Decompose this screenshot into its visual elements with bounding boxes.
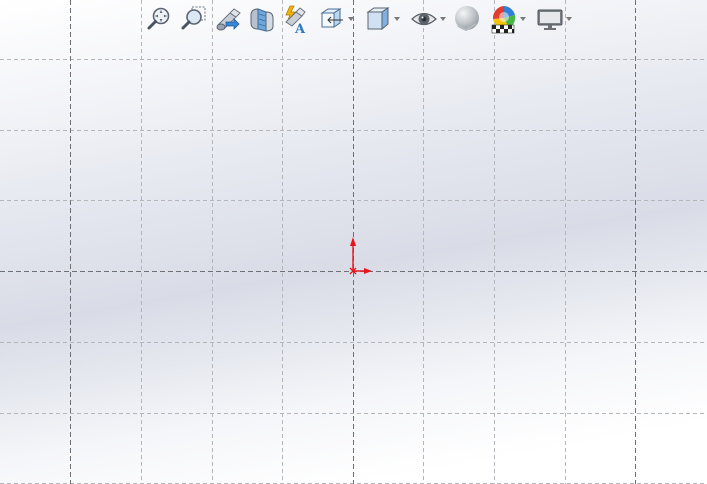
apply-scene-button[interactable]: [484, 2, 530, 36]
zoom-to-fit-button[interactable]: [142, 2, 176, 36]
sketch-origin[interactable]: [349, 237, 372, 275]
zoom-area-icon: [181, 6, 206, 30]
section-view-button[interactable]: [244, 2, 278, 36]
view-settings-button[interactable]: [530, 2, 576, 36]
apply-scene-dropdown-icon[interactable]: [520, 17, 526, 21]
zoom-fit-icon: [147, 7, 170, 30]
dynamic-annotation-views-button[interactable]: A: [278, 2, 312, 36]
edit-appearance-button[interactable]: [450, 2, 484, 36]
eye-icon: [411, 12, 437, 26]
view-orientation-icon: [320, 8, 343, 28]
display-style-dropdown-icon[interactable]: [394, 17, 400, 21]
origin-x-arrowhead: [364, 268, 372, 274]
sketch-grid: [0, 0, 707, 484]
monitor-icon: [537, 9, 563, 30]
graphics-area[interactable]: A: [0, 0, 707, 484]
appearance-sphere-icon: [455, 6, 479, 32]
hide-show-items-dropdown-icon[interactable]: [440, 17, 446, 21]
heads-up-view-toolbar: A: [142, 0, 576, 38]
origin-y-arrowhead: [350, 237, 356, 246]
view-orientation-button[interactable]: [312, 2, 358, 36]
previous-view-button[interactable]: [210, 2, 244, 36]
svg-text:A: A: [294, 22, 306, 34]
dynamic-annotation-icon: A: [285, 5, 306, 34]
view-settings-dropdown-icon[interactable]: [566, 17, 572, 21]
display-style-icon: [366, 7, 390, 31]
scene-icon: [491, 6, 516, 34]
view-orientation-dropdown-icon[interactable]: [348, 17, 354, 21]
section-view-icon: [250, 8, 274, 32]
hide-show-items-button[interactable]: [404, 2, 450, 36]
previous-view-icon: [216, 8, 241, 31]
zoom-to-area-button[interactable]: [176, 2, 210, 36]
display-style-button[interactable]: [358, 2, 404, 36]
